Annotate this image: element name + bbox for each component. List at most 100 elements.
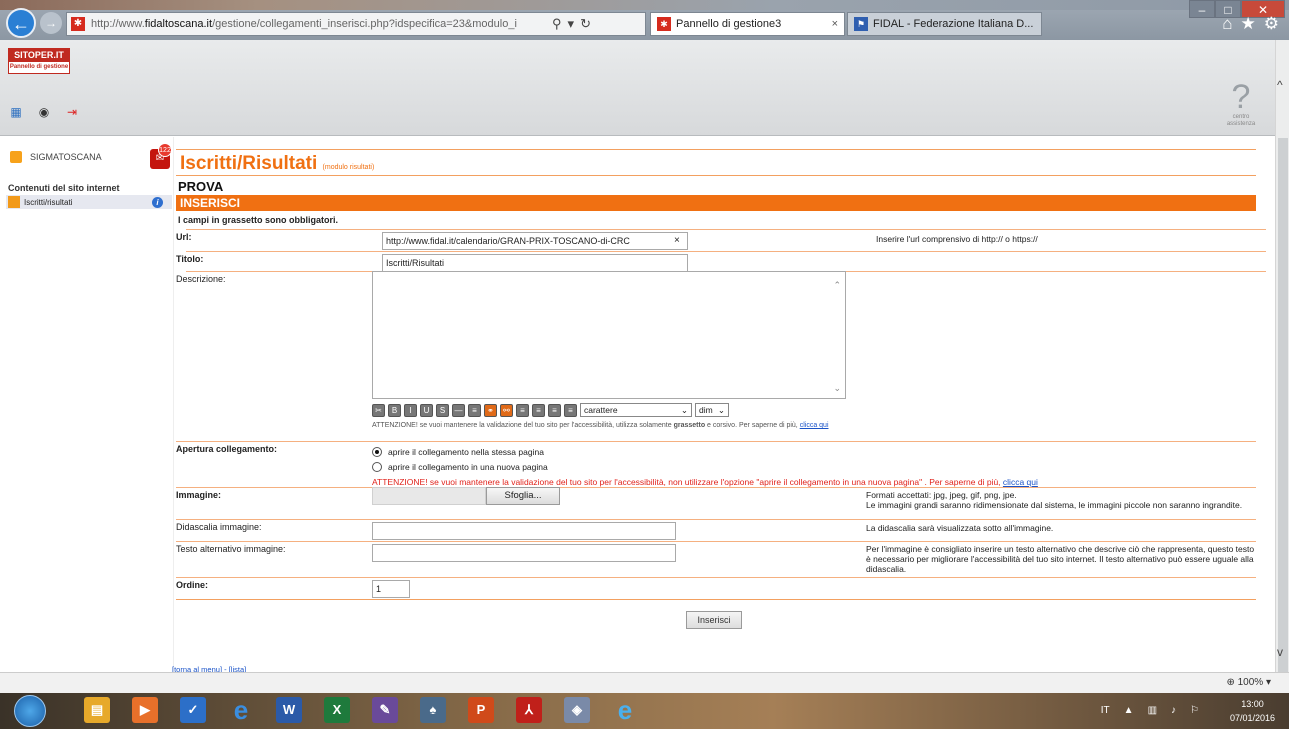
scroll-up-icon[interactable]: ^ [1277,78,1283,92]
editor-info-link[interactable]: clicca qui [800,422,829,429]
grid-icon[interactable]: ▦ [8,104,24,120]
textarea-scroll-down-icon[interactable]: ⌄ [833,383,841,394]
logout-icon[interactable]: ⇥ [64,104,80,120]
textarea-scroll-up-icon[interactable]: ⌃ [833,280,841,291]
radio-new-page-control[interactable] [372,462,382,472]
open-info-link[interactable]: clicca qui [1003,477,1038,487]
checkmark-app-icon[interactable]: ✓ [180,697,206,723]
strike-icon[interactable]: S [436,403,449,417]
url-input[interactable]: http://www.fidal.it/calendario/GRAN-PRIX… [382,232,688,250]
description-textarea[interactable]: ⌃ ⌄ [372,271,846,399]
open-label: Apertura collegamento: [176,444,278,454]
align-center-icon[interactable]: ≡ [532,403,545,417]
divider [176,175,1256,176]
explorer-icon[interactable]: ▤ [84,697,110,723]
favorites-star-icon[interactable]: ★ [1241,14,1256,34]
alt-input[interactable] [372,544,676,562]
tool-icon[interactable]: ✎ [372,697,398,723]
tab-pannello[interactable]: ✱ Pannello di gestione3 × [650,12,845,36]
underline-icon[interactable]: U [420,403,433,417]
clock[interactable]: 13:00 07/01/2016 [1230,697,1275,725]
caption-input[interactable] [372,522,676,540]
size-select[interactable]: dim ⌄ [695,403,729,417]
description-label: Descrizione: [176,274,226,284]
sitoper-logo[interactable]: SITOPER.IT Pannello di gestione [8,48,70,74]
scroll-thumb[interactable] [1278,138,1288,678]
chevron-down-icon: ⌄ [717,404,725,415]
page-subtitle: PROVA [178,179,224,194]
link-icon[interactable]: ⚭ [484,403,497,417]
site-selector[interactable]: SIGMATOSCANA [10,151,102,163]
zoom-control[interactable]: ⊕ 100% ▾ [1226,677,1271,688]
submit-button[interactable]: Inserisci [686,611,742,629]
dropdown-icon[interactable]: ▾ [568,16,575,32]
media-icon[interactable]: ▶ [132,697,158,723]
minimize-button[interactable]: – [1189,0,1215,18]
title-row: Titolo: Iscritti/Risultati [176,251,1266,273]
caption-hint: La didascalia sarà visualizzata sotto al… [866,523,1054,533]
refresh-icon[interactable]: ↻ [580,16,591,32]
image-row: Immagine: Formati accettati: jpg, jpeg, … [176,487,1256,519]
eye-icon[interactable]: ◉ [36,104,52,120]
tab-fidal[interactable]: ⚑ FIDAL - Federazione Italiana D... [847,12,1042,36]
vertical-scrollbar[interactable]: ^ v [1275,40,1289,678]
close-tab-icon[interactable]: × [832,18,838,30]
browse-button[interactable]: Sfoglia... [486,487,560,505]
language-indicator[interactable]: IT [1101,705,1110,716]
order-input[interactable]: 1 [372,580,410,598]
fidal-favicon-icon: ⚑ [854,17,868,31]
help-center[interactable]: ? centro assistenza [1219,80,1263,128]
editor-toolbar: ✂ B I U S — ≡ ⚭ ⚯ ≡ ≡ ≡ ≡ carattere ⌄ dim… [372,403,729,417]
justify-icon[interactable]: ≡ [564,403,577,417]
status-bar: ⊕ 100% ▾ [0,672,1289,693]
required-note: I campi in grassetto sono obbligatori. [178,215,339,225]
powerpoint-icon[interactable]: P [468,697,494,723]
taskbar: ▤ ▶ ✓ e W X ✎ ♠ P ⅄ ◈ e IT ▲ ▥ ♪ ⚐ 13:00… [0,693,1289,729]
question-mark-icon: ? [1231,78,1251,116]
radio-same-page-control[interactable] [372,447,382,457]
font-select[interactable]: carattere ⌄ [580,403,692,417]
unlink-icon[interactable]: ⚯ [500,403,513,417]
italic-icon[interactable]: I [404,403,417,417]
title-input[interactable]: Iscritti/Risultati [382,254,688,272]
tray-up-icon[interactable]: ▲ [1124,705,1134,716]
list-icon[interactable]: ≡ [468,403,481,417]
caption-row: Didascalia immagine: La didascalia sarà … [176,519,1256,540]
internet-explorer-icon[interactable]: e [228,697,254,723]
page-title: Iscritti/Risultati (modulo risultati) [180,153,375,174]
internet-explorer-active-icon[interactable]: e [612,697,638,723]
trophy-icon [8,196,20,208]
volume-icon[interactable]: ♪ [1171,705,1176,716]
word-icon[interactable]: W [276,697,302,723]
acrobat-icon[interactable]: ⅄ [516,697,542,723]
hr-icon[interactable]: — [452,403,465,417]
excel-icon[interactable]: X [324,697,350,723]
search-icon[interactable]: ⚲ [552,16,562,32]
sidebar-item-iscritti[interactable]: Iscritti/risultati [6,195,172,209]
address-bar[interactable]: ✱ http://www.fidaltoscana.it/gestione/co… [66,12,646,36]
clear-url-icon[interactable]: × [674,235,680,246]
radio-same-page[interactable]: aprire il collegamento nella stessa pagi… [372,447,544,457]
title-bar [0,0,1289,10]
forward-button[interactable]: → [40,12,62,34]
utility-icon[interactable]: ◈ [564,697,590,723]
cut-icon[interactable]: ✂ [372,403,385,417]
info-icon[interactable]: i [152,197,163,208]
align-left-icon[interactable]: ≡ [516,403,529,417]
site-icon [10,151,22,163]
file-path-box[interactable] [372,487,486,505]
network-icon[interactable]: ▥ [1148,705,1157,716]
game-icon[interactable]: ♠ [420,697,446,723]
site-favicon-icon: ✱ [71,17,85,31]
settings-gear-icon[interactable]: ⚙ [1264,14,1279,34]
align-right-icon[interactable]: ≡ [548,403,561,417]
caption-label: Didascalia immagine: [176,522,262,532]
scroll-down-icon[interactable]: v [1277,645,1283,659]
start-button[interactable] [14,695,46,727]
back-button[interactable]: ← [6,8,36,38]
alt-label: Testo alternativo immagine: [176,544,286,554]
radio-new-page[interactable]: aprire il collegamento in una nuova pagi… [372,462,548,472]
home-icon[interactable]: ⌂ [1222,14,1232,34]
flag-icon[interactable]: ⚐ [1190,705,1199,716]
bold-icon[interactable]: B [388,403,401,417]
